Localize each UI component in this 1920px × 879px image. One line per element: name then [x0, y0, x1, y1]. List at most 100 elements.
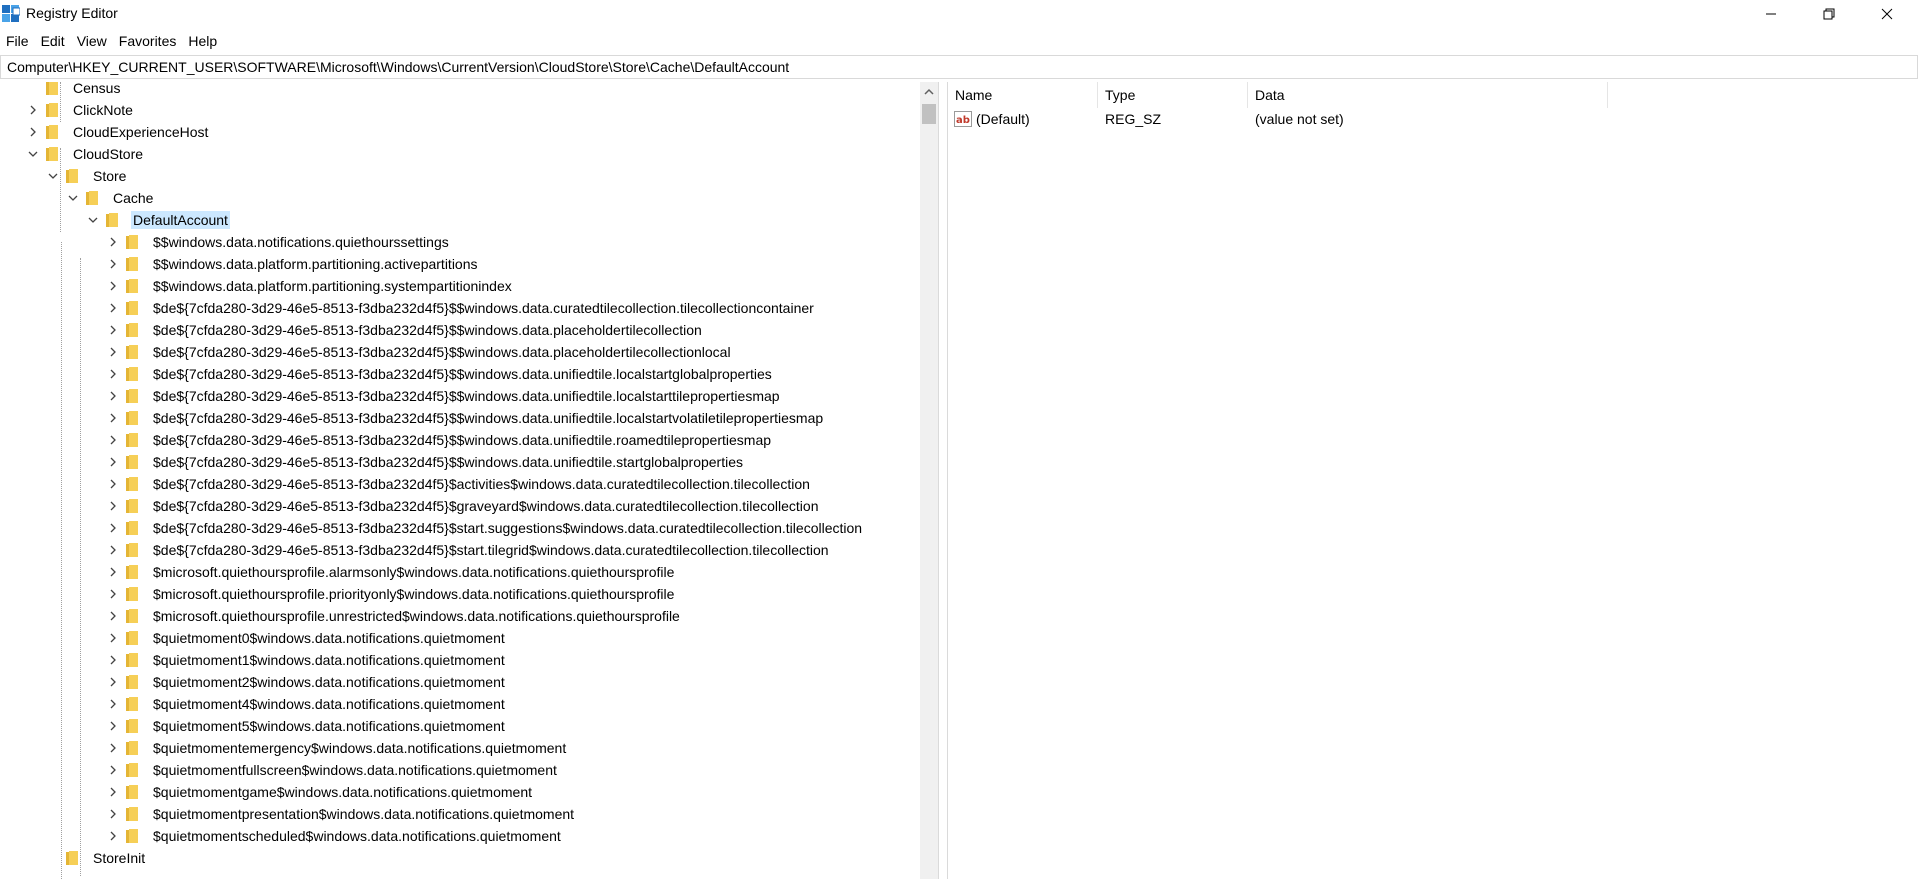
- minimize-button[interactable]: [1742, 0, 1800, 28]
- menu-view[interactable]: View: [71, 30, 113, 52]
- tree-item[interactable]: $de${7cfda280-3d29-46e5-8513-f3dba232d4f…: [0, 517, 920, 539]
- tree-item[interactable]: $microsoft.quiethoursprofile.alarmsonly$…: [0, 561, 920, 583]
- folder-icon: [46, 125, 58, 139]
- chevron-right-icon[interactable]: [106, 367, 120, 381]
- chevron-right-icon[interactable]: [106, 565, 120, 579]
- tree-item[interactable]: $quietmoment2$windows.data.notifications…: [0, 671, 920, 693]
- tree-item[interactable]: $$windows.data.notifications.quiethourss…: [0, 231, 920, 253]
- tree-item[interactable]: $de${7cfda280-3d29-46e5-8513-f3dba232d4f…: [0, 473, 920, 495]
- tree-item[interactable]: $de${7cfda280-3d29-46e5-8513-f3dba232d4f…: [0, 297, 920, 319]
- chevron-right-icon[interactable]: [106, 455, 120, 469]
- chevron-right-icon[interactable]: [106, 543, 120, 557]
- tree-item[interactable]: CloudExperienceHost: [0, 121, 920, 143]
- chevron-right-icon[interactable]: [26, 103, 40, 117]
- tree-item[interactable]: StoreInit: [0, 847, 920, 869]
- chevron-right-icon[interactable]: [106, 499, 120, 513]
- tree-item[interactable]: $quietmoment0$windows.data.notifications…: [0, 627, 920, 649]
- chevron-right-icon[interactable]: [106, 741, 120, 755]
- chevron-down-icon[interactable]: [26, 147, 40, 161]
- chevron-right-icon[interactable]: [106, 719, 120, 733]
- tree-item[interactable]: $de${7cfda280-3d29-46e5-8513-f3dba232d4f…: [0, 341, 920, 363]
- chevron-right-icon[interactable]: [106, 411, 120, 425]
- tree-item-label: DefaultAccount: [131, 211, 230, 229]
- value-row-default[interactable]: ab (Default) REG_SZ (value not set): [948, 108, 1920, 130]
- tree-item[interactable]: $de${7cfda280-3d29-46e5-8513-f3dba232d4f…: [0, 539, 920, 561]
- tree-item[interactable]: $$windows.data.platform.partitioning.act…: [0, 253, 920, 275]
- chevron-down-icon[interactable]: [66, 191, 80, 205]
- tree-item[interactable]: $microsoft.quiethoursprofile.priorityonl…: [0, 583, 920, 605]
- tree-item[interactable]: $quietmomentemergency$windows.data.notif…: [0, 737, 920, 759]
- close-button[interactable]: [1858, 0, 1916, 28]
- chevron-right-icon[interactable]: [106, 521, 120, 535]
- chevron-right-icon[interactable]: [106, 257, 120, 271]
- tree-item-label: Store: [93, 168, 127, 184]
- tree-item[interactable]: $$windows.data.platform.partitioning.sys…: [0, 275, 920, 297]
- chevron-right-icon[interactable]: [106, 807, 120, 821]
- key-tree-pane[interactable]: Census ClickNote CloudExperienceHost CloudS…: [0, 82, 940, 879]
- tree-item[interactable]: Census: [0, 82, 920, 99]
- chevron-right-icon[interactable]: [106, 477, 120, 491]
- chevron-right-icon[interactable]: [106, 389, 120, 403]
- chevron-right-icon[interactable]: [106, 587, 120, 601]
- menu-edit[interactable]: Edit: [35, 30, 71, 52]
- tree-item[interactable]: $microsoft.quiethoursprofile.unrestricte…: [0, 605, 920, 627]
- chevron-right-icon[interactable]: [106, 785, 120, 799]
- tree-item[interactable]: CloudStore: [0, 143, 920, 165]
- tree-item[interactable]: $de${7cfda280-3d29-46e5-8513-f3dba232d4f…: [0, 429, 920, 451]
- tree-item[interactable]: $quietmomentgame$windows.data.notificati…: [0, 781, 920, 803]
- scroll-thumb[interactable]: [922, 104, 936, 124]
- tree-item[interactable]: $quietmoment4$windows.data.notifications…: [0, 693, 920, 715]
- scroll-up-arrow-icon[interactable]: [924, 88, 934, 96]
- menu-favorites[interactable]: Favorites: [113, 30, 183, 52]
- tree-item[interactable]: $quietmomentfullscreen$windows.data.noti…: [0, 759, 920, 781]
- chevron-right-icon[interactable]: [26, 125, 40, 139]
- folder-icon: [126, 345, 138, 359]
- chevron-right-icon[interactable]: [106, 697, 120, 711]
- chevron-right-icon[interactable]: [106, 829, 120, 843]
- chevron-down-icon[interactable]: [46, 169, 60, 183]
- tree-item-label: $quietmoment0$windows.data.notifications…: [153, 630, 505, 646]
- tree-item[interactable]: Cache: [0, 187, 920, 209]
- tree-item[interactable]: $de${7cfda280-3d29-46e5-8513-f3dba232d4f…: [0, 407, 920, 429]
- column-header-type[interactable]: Type: [1098, 82, 1248, 108]
- chevron-right-icon[interactable]: [106, 345, 120, 359]
- window-title: Registry Editor: [26, 5, 118, 21]
- tree-item[interactable]: $de${7cfda280-3d29-46e5-8513-f3dba232d4f…: [0, 495, 920, 517]
- chevron-right-icon[interactable]: [106, 433, 120, 447]
- chevron-right-icon[interactable]: [106, 763, 120, 777]
- chevron-right-icon[interactable]: [106, 279, 120, 293]
- tree-item[interactable]: $quietmoment1$windows.data.notifications…: [0, 649, 920, 671]
- tree-item-label: Cache: [113, 190, 154, 206]
- chevron-right-icon[interactable]: [106, 609, 120, 623]
- tree-item[interactable]: DefaultAccount: [0, 209, 920, 231]
- close-icon: [1881, 8, 1893, 20]
- tree-item[interactable]: $quietmomentpresentation$windows.data.no…: [0, 803, 920, 825]
- address-bar[interactable]: Computer\HKEY_CURRENT_USER\SOFTWARE\Micr…: [0, 55, 1918, 79]
- chevron-right-icon[interactable]: [106, 675, 120, 689]
- tree-item[interactable]: $de${7cfda280-3d29-46e5-8513-f3dba232d4f…: [0, 385, 920, 407]
- column-header-name[interactable]: Name: [948, 82, 1098, 108]
- restore-button[interactable]: [1800, 0, 1858, 28]
- tree-item[interactable]: $quietmomentscheduled$windows.data.notif…: [0, 825, 920, 847]
- chevron-right-icon[interactable]: [106, 301, 120, 315]
- folder-icon: [126, 653, 138, 667]
- chevron-down-icon[interactable]: [86, 213, 100, 227]
- tree-item[interactable]: $de${7cfda280-3d29-46e5-8513-f3dba232d4f…: [0, 319, 920, 341]
- tree-item[interactable]: $quietmoment5$windows.data.notifications…: [0, 715, 920, 737]
- tree-item[interactable]: $de${7cfda280-3d29-46e5-8513-f3dba232d4f…: [0, 363, 920, 385]
- chevron-right-icon[interactable]: [106, 323, 120, 337]
- pane-splitter[interactable]: [938, 82, 948, 879]
- tree-item[interactable]: $de${7cfda280-3d29-46e5-8513-f3dba232d4f…: [0, 451, 920, 473]
- tree-item[interactable]: Store: [0, 165, 920, 187]
- tree-item[interactable]: ClickNote: [0, 99, 920, 121]
- column-header-data[interactable]: Data: [1248, 82, 1608, 108]
- chevron-right-icon[interactable]: [106, 631, 120, 645]
- values-pane[interactable]: Name Type Data ab (Default) REG_SZ (valu…: [948, 82, 1920, 879]
- folder-icon: [126, 609, 138, 623]
- folder-icon: [126, 411, 138, 425]
- chevron-right-icon[interactable]: [106, 653, 120, 667]
- chevron-right-icon[interactable]: [106, 235, 120, 249]
- tree-vertical-scrollbar[interactable]: [920, 82, 938, 879]
- menu-file[interactable]: File: [0, 30, 35, 52]
- menu-help[interactable]: Help: [182, 30, 223, 52]
